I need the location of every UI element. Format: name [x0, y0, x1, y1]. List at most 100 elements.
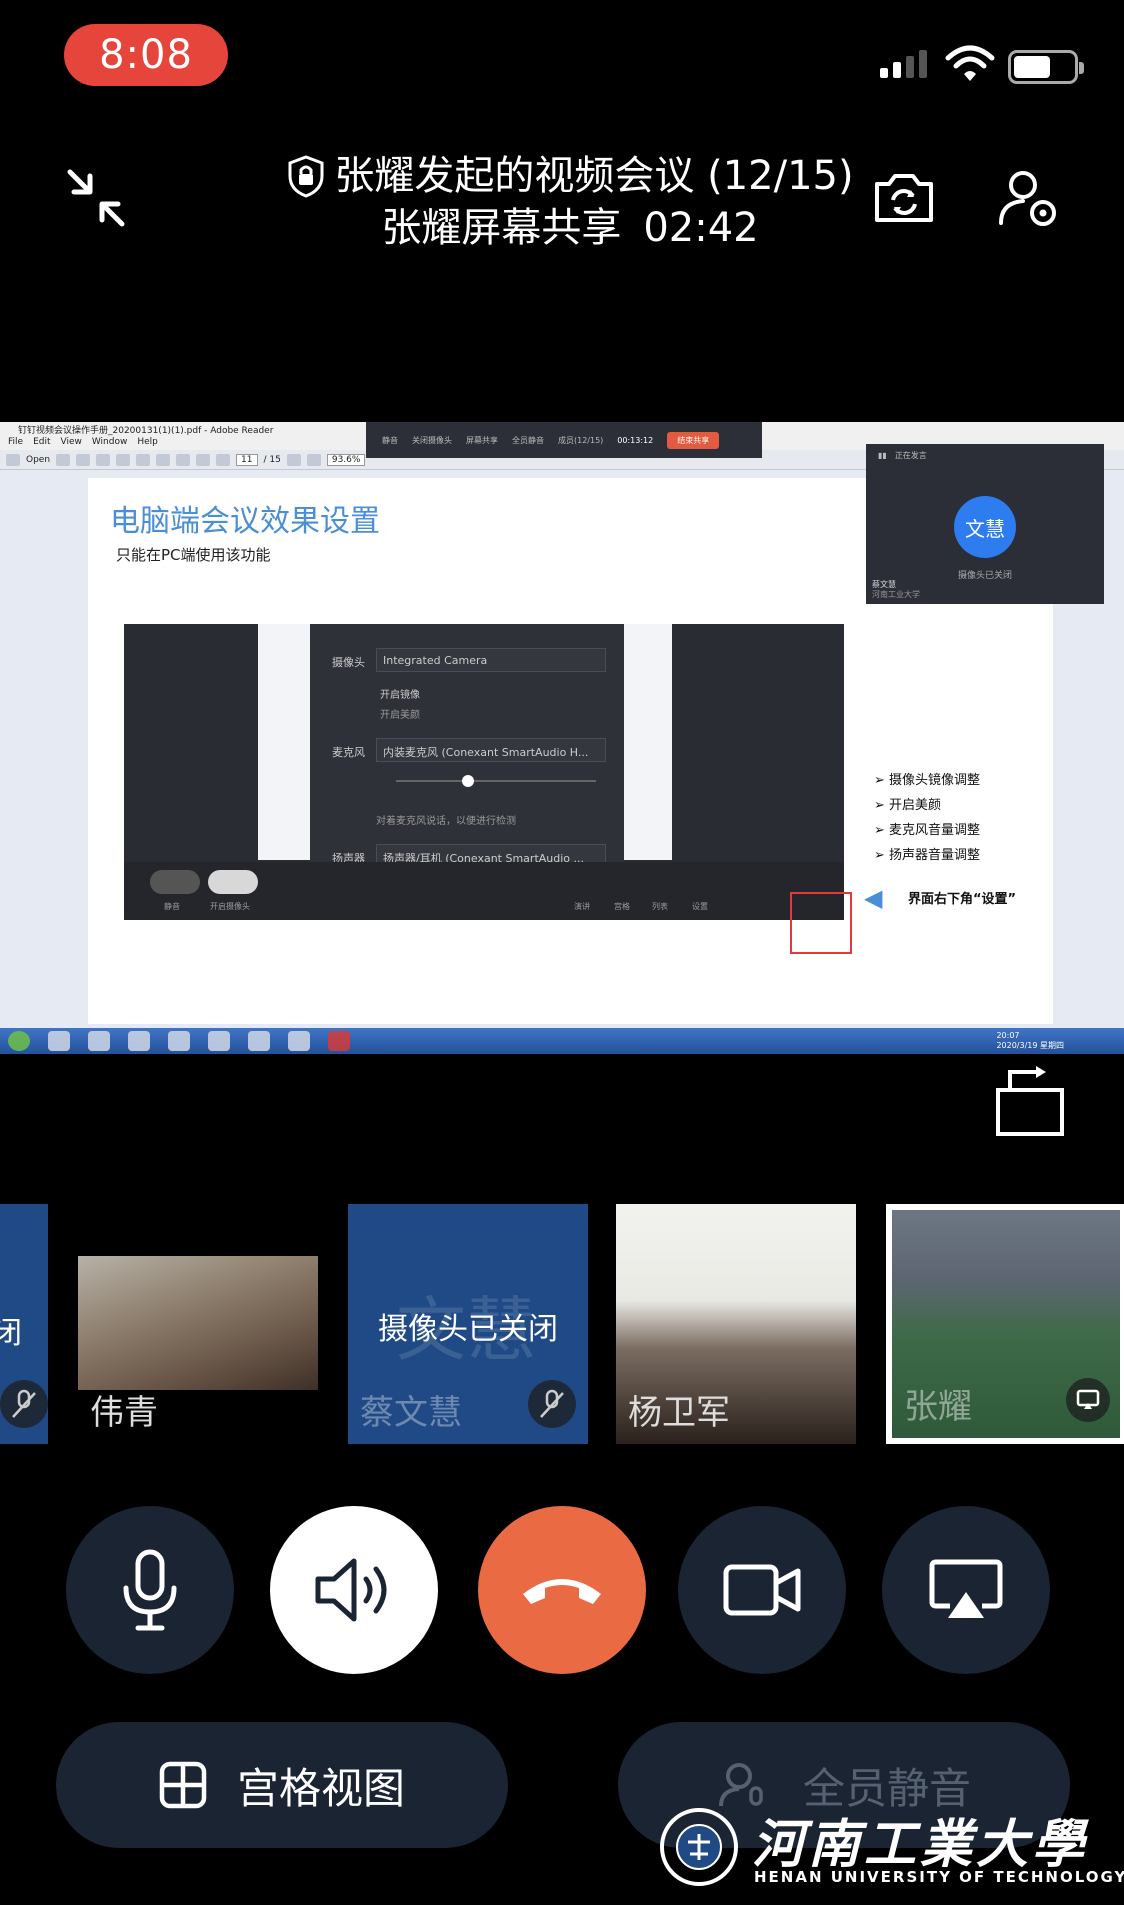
grid-icon: [159, 1761, 207, 1809]
shared-bar-timer: 00:13:12: [617, 435, 654, 445]
participant-name: 蔡文慧: [360, 1393, 462, 1433]
lock-shield-icon: [288, 155, 324, 198]
floating-speaker-name: 蔡文慧: [872, 580, 896, 589]
slide-cap-grid: 宫格: [614, 902, 630, 911]
reader-page-number: 11: [236, 453, 258, 466]
sharing-status: 张耀屏幕共享: [381, 205, 622, 251]
open-icon: [6, 453, 20, 466]
slide-title: 电脑端会议效果设置: [110, 504, 380, 539]
shared-bar-mute-all: 全员静音: [512, 435, 544, 445]
slide-cap-camera: 开启摄像头: [210, 902, 250, 911]
avatar: 文慧: [954, 496, 1016, 558]
slide-cap-settings: 设置: [692, 902, 708, 911]
taskbar-tray: 20:07 2020/3/19 星期四: [996, 1031, 1064, 1051]
floating-speaking-status: 正在发言: [894, 450, 927, 460]
university-watermark: 河南工業大學 HENAN UNIVERSITY OF TECHNOLOGY: [660, 1800, 1124, 1900]
mic-label: 麦克风: [332, 746, 365, 759]
shared-bar-camera: 关闭摄像头: [412, 435, 452, 445]
rotate-screen-button[interactable]: [992, 1064, 1068, 1140]
participant-tile[interactable]: 杨卫军: [616, 1204, 856, 1444]
shared-bar-share: 屏幕共享: [466, 435, 498, 445]
flip-camera-button[interactable]: [866, 160, 942, 236]
participant-tile[interactable]: 伟青: [78, 1204, 318, 1444]
status-time: 8:08: [64, 24, 228, 86]
mic-icon: [123, 1549, 177, 1631]
slide-cap-list: 列表: [652, 902, 668, 911]
reader-menu-view: View: [60, 437, 82, 447]
slide-bullet: 扬声器音量调整: [874, 843, 980, 868]
wifi-icon: [945, 45, 995, 81]
slide-cap-mute: 静音: [164, 902, 180, 911]
rotate-screen-icon: [996, 1066, 1064, 1136]
slide-bottom-bar: 静音 开启摄像头 演讲 宫格 列表 设置: [124, 862, 844, 920]
slide-arrow-note: 界面右下角“设置”: [908, 892, 1017, 907]
slide-cap-speaker: 演讲: [574, 902, 590, 911]
participant-tile[interactable]: 文慧 摄像头已关闭 蔡文慧: [348, 1204, 588, 1444]
battery-icon: [1008, 50, 1084, 84]
shared-meeting-bar: 静音 关闭摄像头 屏幕共享 全员静音 成员(12/15) 00:13:12 结束…: [366, 422, 762, 458]
reader-zoom: 93.6%: [326, 453, 366, 466]
grid-view-label: 宫格视图: [236, 1763, 405, 1813]
reader-menu-edit: Edit: [33, 437, 51, 447]
member-settings-icon: [999, 171, 1056, 226]
participant-status-text: 闭: [0, 1316, 22, 1351]
floating-speaker-org: 河南工业大学: [872, 590, 920, 599]
hangup-button[interactable]: [478, 1506, 646, 1674]
camera-select: Integrated Camera: [376, 648, 606, 672]
slide-bullet: 麦克风音量调整: [874, 818, 980, 843]
mic-hint: 对着麦克风说话，以便进行检测: [376, 816, 516, 827]
university-name-zh: 河南工業大學: [752, 1814, 1089, 1875]
flip-camera-icon: [875, 174, 933, 222]
taskbar-date: 2020/3/19 星期四: [996, 1041, 1064, 1050]
mirror-option: 开启镜像: [380, 690, 420, 701]
speaker-button[interactable]: [270, 1506, 438, 1674]
meeting-header: 张耀发起的视频会议 (12/15) 张耀屏幕共享 02:42: [270, 150, 870, 254]
taskbar-clock: 20:07: [996, 1031, 1020, 1040]
cellular-signal-icon: [880, 50, 927, 78]
shared-screen[interactable]: 钉钉视频会议操作手册_20200131(1)(1).pdf - Adobe Re…: [0, 422, 1124, 1054]
screen-share-badge-icon: [1066, 1378, 1110, 1422]
grid-view-button[interactable]: 宫格视图: [56, 1722, 508, 1848]
screen-share-button[interactable]: [882, 1506, 1050, 1674]
participant-video: [78, 1256, 318, 1390]
member-settings-button[interactable]: [990, 160, 1066, 236]
participant-tile[interactable]: 张耀: [886, 1204, 1124, 1444]
reader-menu-window: Window: [91, 437, 128, 447]
slide-bullets: 摄像头镜像调整 开启美颜 麦克风音量调整 扬声器音量调整: [874, 768, 980, 868]
camera-off-status: 摄像头已关闭: [378, 1312, 558, 1347]
meeting-duration: 02:42: [643, 205, 759, 251]
reader-menu-help: Help: [137, 437, 158, 447]
participant-name: 杨卫军: [628, 1393, 730, 1433]
mic-off-icon: [0, 1380, 48, 1428]
slide-bullet: 摄像头镜像调整: [874, 768, 980, 793]
reader-page-total: / 15: [263, 454, 281, 465]
reader-open-label: Open: [26, 454, 51, 465]
university-seal-icon: [660, 1808, 738, 1886]
participant-name: 伟青: [90, 1393, 158, 1433]
speaker-icon: [315, 1558, 387, 1622]
minimize-button[interactable]: [58, 160, 134, 236]
video-icon: [723, 1564, 801, 1616]
mic-select: 内装麦克风 (Conexant SmartAudio H...: [376, 738, 606, 762]
university-name-en: HENAN UNIVERSITY OF TECHNOLOGY: [754, 1868, 1124, 1886]
windows-taskbar: 20:07 2020/3/19 星期四: [0, 1028, 1124, 1054]
meeting-title: 张耀发起的视频会议 (12/15): [334, 153, 854, 199]
video-button[interactable]: [678, 1506, 846, 1674]
slide-screenshot: 摄像头 Integrated Camera 开启镜像 开启美颜 麦克风 内装麦克…: [124, 624, 844, 920]
shared-bar-members: 成员(12/15): [558, 435, 604, 445]
slide-bullet: 开启美颜: [874, 793, 980, 818]
settings-highlight-box: [790, 892, 852, 954]
floating-speaker-video[interactable]: ▮▮ 正在发言 文慧 摄像头已关闭 蔡文慧 河南工业大学: [866, 444, 1104, 604]
mic-off-icon: [528, 1380, 576, 1428]
slide-subtitle: 只能在PC端使用该功能: [116, 546, 271, 564]
speaking-icon: ▮▮: [878, 450, 887, 460]
mic-button[interactable]: [66, 1506, 234, 1674]
shared-bar-mute: 静音: [382, 435, 398, 445]
participant-tile[interactable]: 闭: [0, 1204, 48, 1444]
hangup-icon: [523, 1579, 601, 1604]
beauty-option: 开启美颜: [380, 710, 420, 721]
participant-name: 张耀: [904, 1387, 972, 1427]
camera-label: 摄像头: [332, 656, 365, 669]
screen-share-icon: [929, 1559, 1003, 1618]
shared-bar-end: 结束共享: [667, 431, 720, 449]
